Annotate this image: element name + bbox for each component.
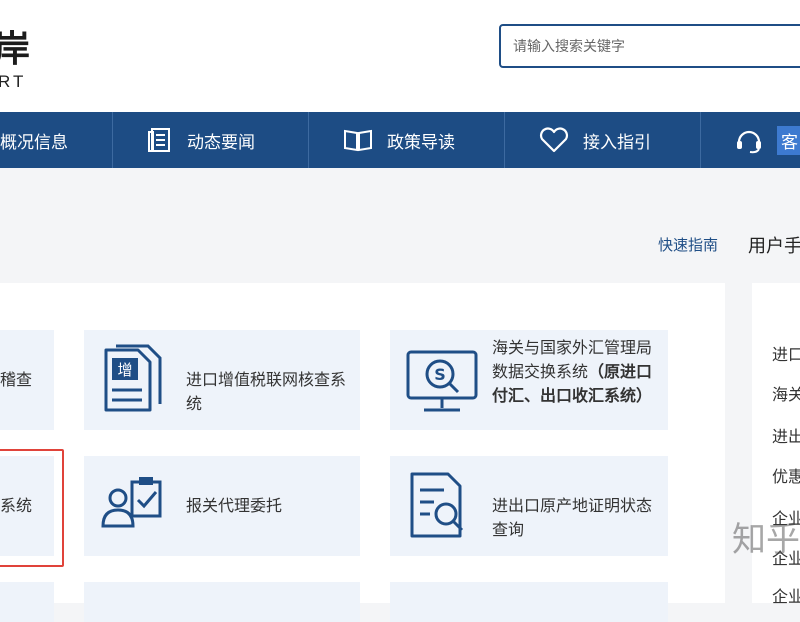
selection-highlight (0, 449, 64, 567)
search-input[interactable] (511, 34, 795, 60)
side-item[interactable]: 企业 (772, 583, 800, 607)
card-label: 进口增值税联网核查系统 (186, 370, 347, 413)
side-item[interactable]: 海关 (772, 381, 800, 405)
card-label: 稽查 (0, 370, 33, 389)
side-item[interactable]: 进口 (772, 341, 800, 365)
nav-item-label: 政策导读 (387, 132, 455, 153)
card-label: 进出口原产地证明状态查询 (492, 496, 653, 539)
card-origin-certificate[interactable]: 进出口原产地证明状态查询 (390, 456, 668, 556)
card-vat-verification[interactable]: 增 进口增值税联网核查系统 (84, 330, 360, 430)
site-header: 岸 RT (0, 0, 800, 112)
side-item[interactable]: 进出 (772, 423, 800, 447)
quick-guide-link[interactable]: 快速指南 (658, 234, 718, 255)
main-nav: 概况信息 动态要闻 政策导读 接入指引 客 (0, 112, 800, 168)
zhihu-watermark: 知乎 (732, 520, 800, 560)
heart-icon (539, 127, 569, 153)
nav-item-policy[interactable]: 政策导读 (309, 112, 505, 168)
card-forex-exchange[interactable]: S 海关与国家外汇管理局数据交换系统（原进口付汇、出口收汇系统） (390, 330, 668, 430)
nav-item-label: 动态要闻 (187, 132, 255, 153)
card-row3-2[interactable] (84, 582, 360, 622)
book-icon (344, 129, 372, 152)
headset-icon (737, 130, 761, 154)
agent-clipboard-icon (101, 477, 162, 528)
nav-item-label: 接入指引 (583, 132, 651, 153)
vat-document-icon: 增 (104, 344, 162, 412)
card-label-line1: 海关与国家外汇管理 (492, 338, 637, 357)
nav-item-service[interactable]: 客 (701, 112, 800, 168)
user-guide-link[interactable]: 用户手 (748, 232, 800, 258)
nav-item-access-guide[interactable]: 接入指引 (505, 112, 701, 168)
card-row3-1[interactable] (0, 582, 54, 622)
card-customs-agent[interactable]: 报关代理委托 (84, 456, 360, 556)
document-search-icon (410, 472, 464, 538)
nav-item-news[interactable]: 动态要闻 (113, 112, 309, 168)
svg-text:S: S (434, 365, 446, 384)
nav-item-overview[interactable]: 概况信息 (0, 112, 113, 168)
card-audit[interactable]: 稽查 (0, 330, 54, 430)
nav-item-label: 客 (777, 125, 800, 155)
card-row3-3[interactable] (390, 582, 668, 622)
nav-item-label: 概况信息 (0, 132, 68, 153)
document-icon (148, 128, 170, 152)
card-label: 海关与国家外汇管理局数据交换系统（原进口付汇、出口收汇系统） (492, 336, 664, 408)
monitor-currency-icon: S (406, 350, 478, 412)
brand-subtitle: RT (0, 72, 27, 91)
side-item[interactable]: 优惠 (772, 463, 800, 487)
brand-title: 岸 (0, 29, 33, 70)
card-label: 报关代理委托 (186, 496, 283, 515)
vat-icon-label: 增 (117, 361, 132, 379)
search-box[interactable] (499, 24, 800, 68)
